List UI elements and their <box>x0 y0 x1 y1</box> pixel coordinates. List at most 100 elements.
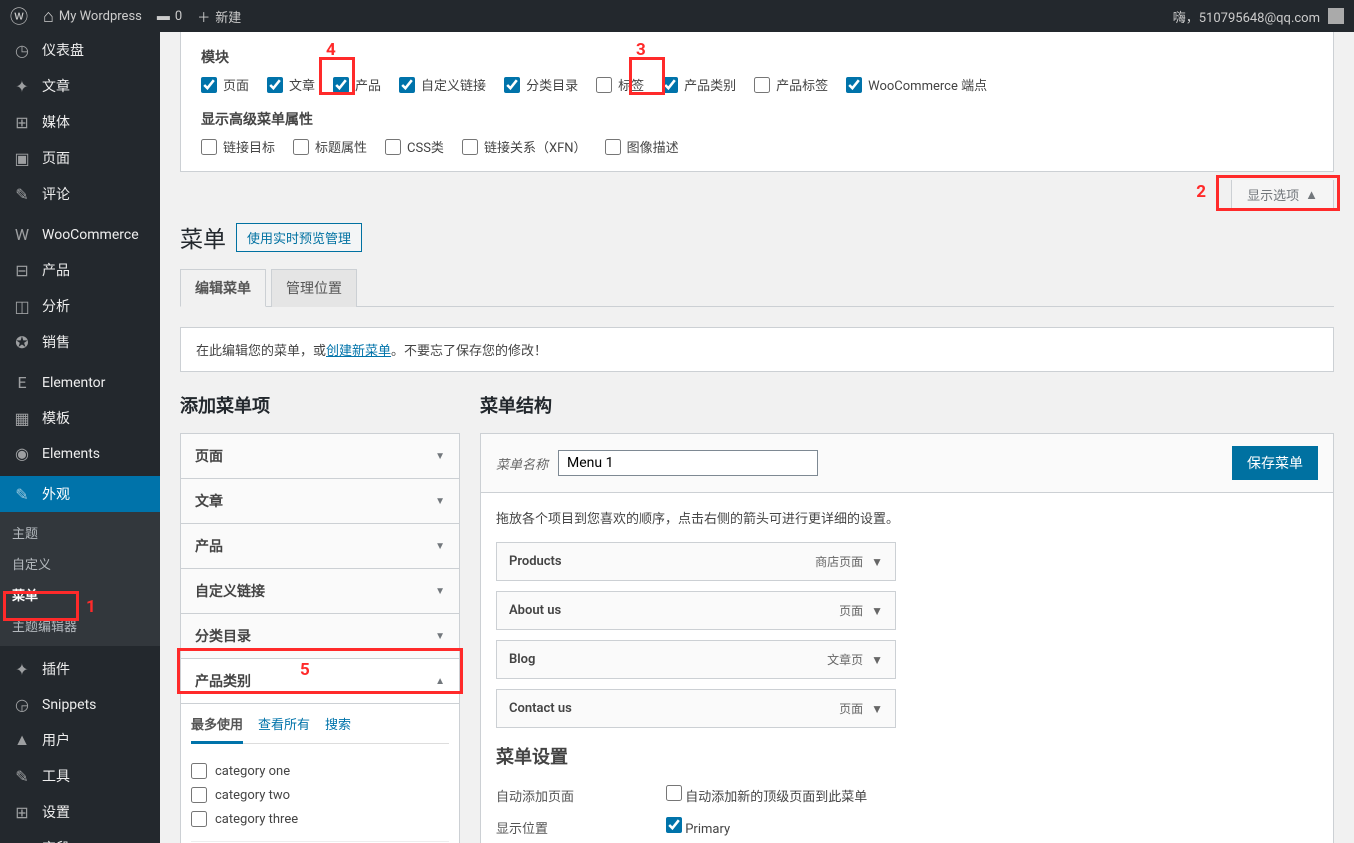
sidebar-item-分析[interactable]: ◫分析 <box>0 288 160 324</box>
module-check-产品[interactable]: 产品 <box>333 75 381 94</box>
account-menu[interactable]: 嗨，510795648@qq.com <box>1173 7 1344 26</box>
sidebar-item-文章[interactable]: ✦文章 <box>0 68 160 104</box>
sidebar-item-页面[interactable]: ▣页面 <box>0 140 160 176</box>
triangle-down-icon[interactable]: ▼ <box>871 653 883 667</box>
sidebar-item-设置[interactable]: ⊞设置 <box>0 794 160 830</box>
checkbox[interactable] <box>399 77 415 93</box>
create-menu-link[interactable]: 创建新菜单 <box>326 344 391 359</box>
accordion-产品[interactable]: 产品▼ <box>181 524 459 568</box>
module-check-WooCommerce 端点[interactable]: WooCommerce 端点 <box>846 75 987 94</box>
sidebar-item-Elements[interactable]: ◉Elements <box>0 436 160 471</box>
checkbox[interactable] <box>462 139 478 155</box>
category-check[interactable]: category two <box>191 783 449 807</box>
checkbox[interactable] <box>293 139 309 155</box>
inner-tab-查看所有[interactable]: 查看所有 <box>258 714 310 743</box>
advanced-check-链接关系（XFN）[interactable]: 链接关系（XFN） <box>462 137 587 156</box>
triangle-down-icon[interactable]: ▼ <box>871 555 883 569</box>
inner-tab-搜索[interactable]: 搜索 <box>325 714 351 743</box>
sidebar-sub-自定义[interactable]: 自定义 <box>0 548 160 579</box>
accordion-label: 自定义链接 <box>195 581 265 601</box>
accordion-文章[interactable]: 文章▼ <box>181 479 459 523</box>
menu-settings-title: 菜单设置 <box>496 743 1318 769</box>
sidebar-item-评论[interactable]: ✎评论 <box>0 176 160 212</box>
site-link[interactable]: ⌂ My Wordpress <box>43 6 142 27</box>
category-check[interactable]: category one <box>191 759 449 783</box>
sidebar-item-插件[interactable]: ✦插件 <box>0 651 160 687</box>
sidebar-item-Elementor[interactable]: EElementor <box>0 365 160 400</box>
comments-link[interactable]: ▬ 0 <box>157 8 182 24</box>
category-check[interactable]: category three <box>191 807 449 831</box>
tab-编辑菜单[interactable]: 编辑菜单 <box>180 269 266 307</box>
module-check-自定义链接[interactable]: 自定义链接 <box>399 75 486 94</box>
screen-options-toggle[interactable]: 显示选项 ▲ <box>1231 180 1334 210</box>
checkbox[interactable] <box>846 77 862 93</box>
checkbox[interactable] <box>662 77 678 93</box>
sidebar-item-产品[interactable]: ⊟产品 <box>0 252 160 288</box>
menu-item-type: 文章页 <box>827 651 863 668</box>
advanced-check-标题属性[interactable]: 标题属性 <box>293 137 367 156</box>
tab-管理位置[interactable]: 管理位置 <box>271 269 357 307</box>
module-check-分类目录[interactable]: 分类目录 <box>504 75 578 94</box>
checkbox[interactable] <box>191 763 207 779</box>
module-check-文章[interactable]: 文章 <box>267 75 315 94</box>
checkbox[interactable] <box>201 77 217 93</box>
menu-icon: ✪ <box>12 333 32 352</box>
check-label: 链接关系（XFN） <box>484 137 587 156</box>
accordion-自定义链接[interactable]: 自定义链接▼ <box>181 569 459 613</box>
sidebar-item-字段[interactable]: ▣字段 <box>0 830 160 843</box>
checkbox[interactable] <box>333 77 349 93</box>
checkbox[interactable] <box>754 77 770 93</box>
checkbox[interactable] <box>596 77 612 93</box>
checkbox[interactable] <box>605 139 621 155</box>
sidebar-item-用户[interactable]: ▲用户 <box>0 722 160 758</box>
checkbox[interactable] <box>191 787 207 803</box>
setting-option[interactable]: 自动添加新的顶级页面到此菜单 <box>666 785 867 805</box>
sidebar-item-模板[interactable]: ▦模板 <box>0 400 160 436</box>
live-preview-button[interactable]: 使用实时预览管理 <box>236 223 362 252</box>
sidebar-item-媒体[interactable]: ⊞媒体 <box>0 104 160 140</box>
checkbox[interactable] <box>385 139 401 155</box>
triangle-down-icon[interactable]: ▼ <box>871 604 883 618</box>
advanced-title: 显示高级菜单属性 <box>201 109 1313 129</box>
sidebar-sub-主题[interactable]: 主题 <box>0 517 160 548</box>
sidebar-sub-主题编辑器[interactable]: 主题编辑器 <box>0 610 160 641</box>
module-check-标签[interactable]: 标签 <box>596 75 644 94</box>
save-menu-button[interactable]: 保存菜单 <box>1232 446 1318 480</box>
sidebar-item-Snippets[interactable]: ◶Snippets <box>0 687 160 722</box>
advanced-check-CSS类[interactable]: CSS类 <box>385 137 444 156</box>
checkbox[interactable] <box>666 817 682 833</box>
menu-item[interactable]: Products商店页面▼ <box>496 542 896 581</box>
advanced-check-图像描述[interactable]: 图像描述 <box>605 137 679 156</box>
menu-icon: ▦ <box>12 409 32 428</box>
module-check-产品类别[interactable]: 产品类别 <box>662 75 736 94</box>
menu-item[interactable]: Contact us页面▼ <box>496 689 896 728</box>
module-check-页面[interactable]: 页面 <box>201 75 249 94</box>
comments-count: 0 <box>175 9 182 24</box>
sidebar-item-销售[interactable]: ✪销售 <box>0 324 160 360</box>
sidebar-item-外观[interactable]: ✎外观 <box>0 476 160 512</box>
module-check-产品标签[interactable]: 产品标签 <box>754 75 828 94</box>
menu-name-input[interactable] <box>558 450 818 476</box>
accordion-页面[interactable]: 页面▼ <box>181 434 459 478</box>
sidebar-item-WooCommerce[interactable]: WWooCommerce <box>0 217 160 252</box>
sidebar-label: 用户 <box>42 730 70 750</box>
checkbox[interactable] <box>504 77 520 93</box>
accordion-分类目录[interactable]: 分类目录▼ <box>181 614 459 658</box>
checkbox[interactable] <box>267 77 283 93</box>
advanced-check-链接目标[interactable]: 链接目标 <box>201 137 275 156</box>
sidebar-item-工具[interactable]: ✎工具 <box>0 758 160 794</box>
inner-tab-最多使用[interactable]: 最多使用 <box>191 714 243 744</box>
new-link[interactable]: ＋ 新建 <box>197 7 241 26</box>
checkbox[interactable] <box>191 811 207 827</box>
comment-icon: ▬ <box>157 8 170 24</box>
accordion-产品类别[interactable]: 产品类别▲ <box>181 659 459 703</box>
checkbox[interactable] <box>201 139 217 155</box>
menu-item[interactable]: About us页面▼ <box>496 591 896 630</box>
checkbox[interactable] <box>666 785 682 801</box>
setting-option[interactable]: Primary <box>666 817 730 837</box>
wordpress-icon[interactable]: ⓦ <box>10 3 28 29</box>
sidebar-item-仪表盘[interactable]: ◷仪表盘 <box>0 32 160 68</box>
sidebar-sub-菜单[interactable]: 菜单 <box>0 579 160 610</box>
triangle-down-icon[interactable]: ▼ <box>871 702 883 716</box>
menu-item[interactable]: Blog文章页▼ <box>496 640 896 679</box>
